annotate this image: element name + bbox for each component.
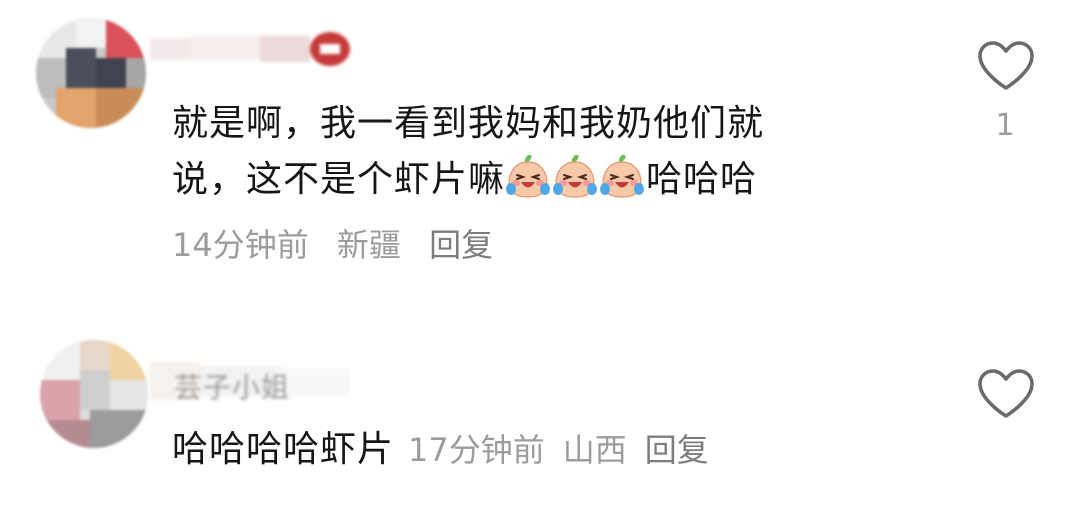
comment-text-suffix: 哈哈哈 bbox=[646, 159, 758, 200]
heart-icon[interactable] bbox=[976, 40, 1036, 92]
username: 芸子小姐 bbox=[174, 371, 291, 400]
username-blurred[interactable]: 芸子小姐 bbox=[150, 362, 350, 400]
comment-text: 就是啊，我一看到我妈和我奶他们就 说，这不是个虾片嘛 哈哈哈 bbox=[172, 96, 872, 208]
comment-meta: 17分钟前 山西 回复 bbox=[408, 431, 727, 469]
like-count: 1 bbox=[995, 108, 1015, 143]
ip-location: 新疆 bbox=[336, 226, 401, 264]
comment-text-line-2: 说，这不是个虾片嘛 bbox=[172, 159, 506, 200]
avatar[interactable] bbox=[36, 18, 146, 128]
comment-text-line-1: 就是啊，我一看到我妈和我奶他们就 bbox=[172, 103, 765, 144]
crying-laughing-peach-emoji bbox=[553, 155, 598, 198]
comment-text-content: 哈哈哈哈虾片 bbox=[172, 429, 395, 470]
crying-laughing-peach-emoji bbox=[600, 155, 645, 198]
comment-item: 就是啊，我一看到我妈和我奶他们就 说，这不是个虾片嘛 哈哈哈 14分钟前 新疆 … bbox=[0, 0, 1080, 300]
timestamp: 14分钟前 bbox=[172, 226, 309, 264]
comment-meta: 14分钟前 新疆 回复 bbox=[172, 220, 511, 266]
timestamp: 17分钟前 bbox=[408, 431, 545, 469]
reply-button[interactable]: 回复 bbox=[645, 431, 709, 469]
reply-button[interactable]: 回复 bbox=[429, 226, 493, 264]
comment-item: 芸子小姐 哈哈哈哈虾片 17分钟前 山西 回复 bbox=[0, 320, 1080, 519]
ip-location: 山西 bbox=[562, 431, 627, 469]
heart-icon[interactable] bbox=[976, 368, 1036, 420]
username-blurred[interactable] bbox=[150, 30, 360, 68]
avatar[interactable] bbox=[40, 340, 148, 448]
comment-text: 哈哈哈哈虾片 17分钟前 山西 回复 bbox=[172, 424, 727, 476]
crying-laughing-peach-emoji bbox=[506, 155, 551, 198]
